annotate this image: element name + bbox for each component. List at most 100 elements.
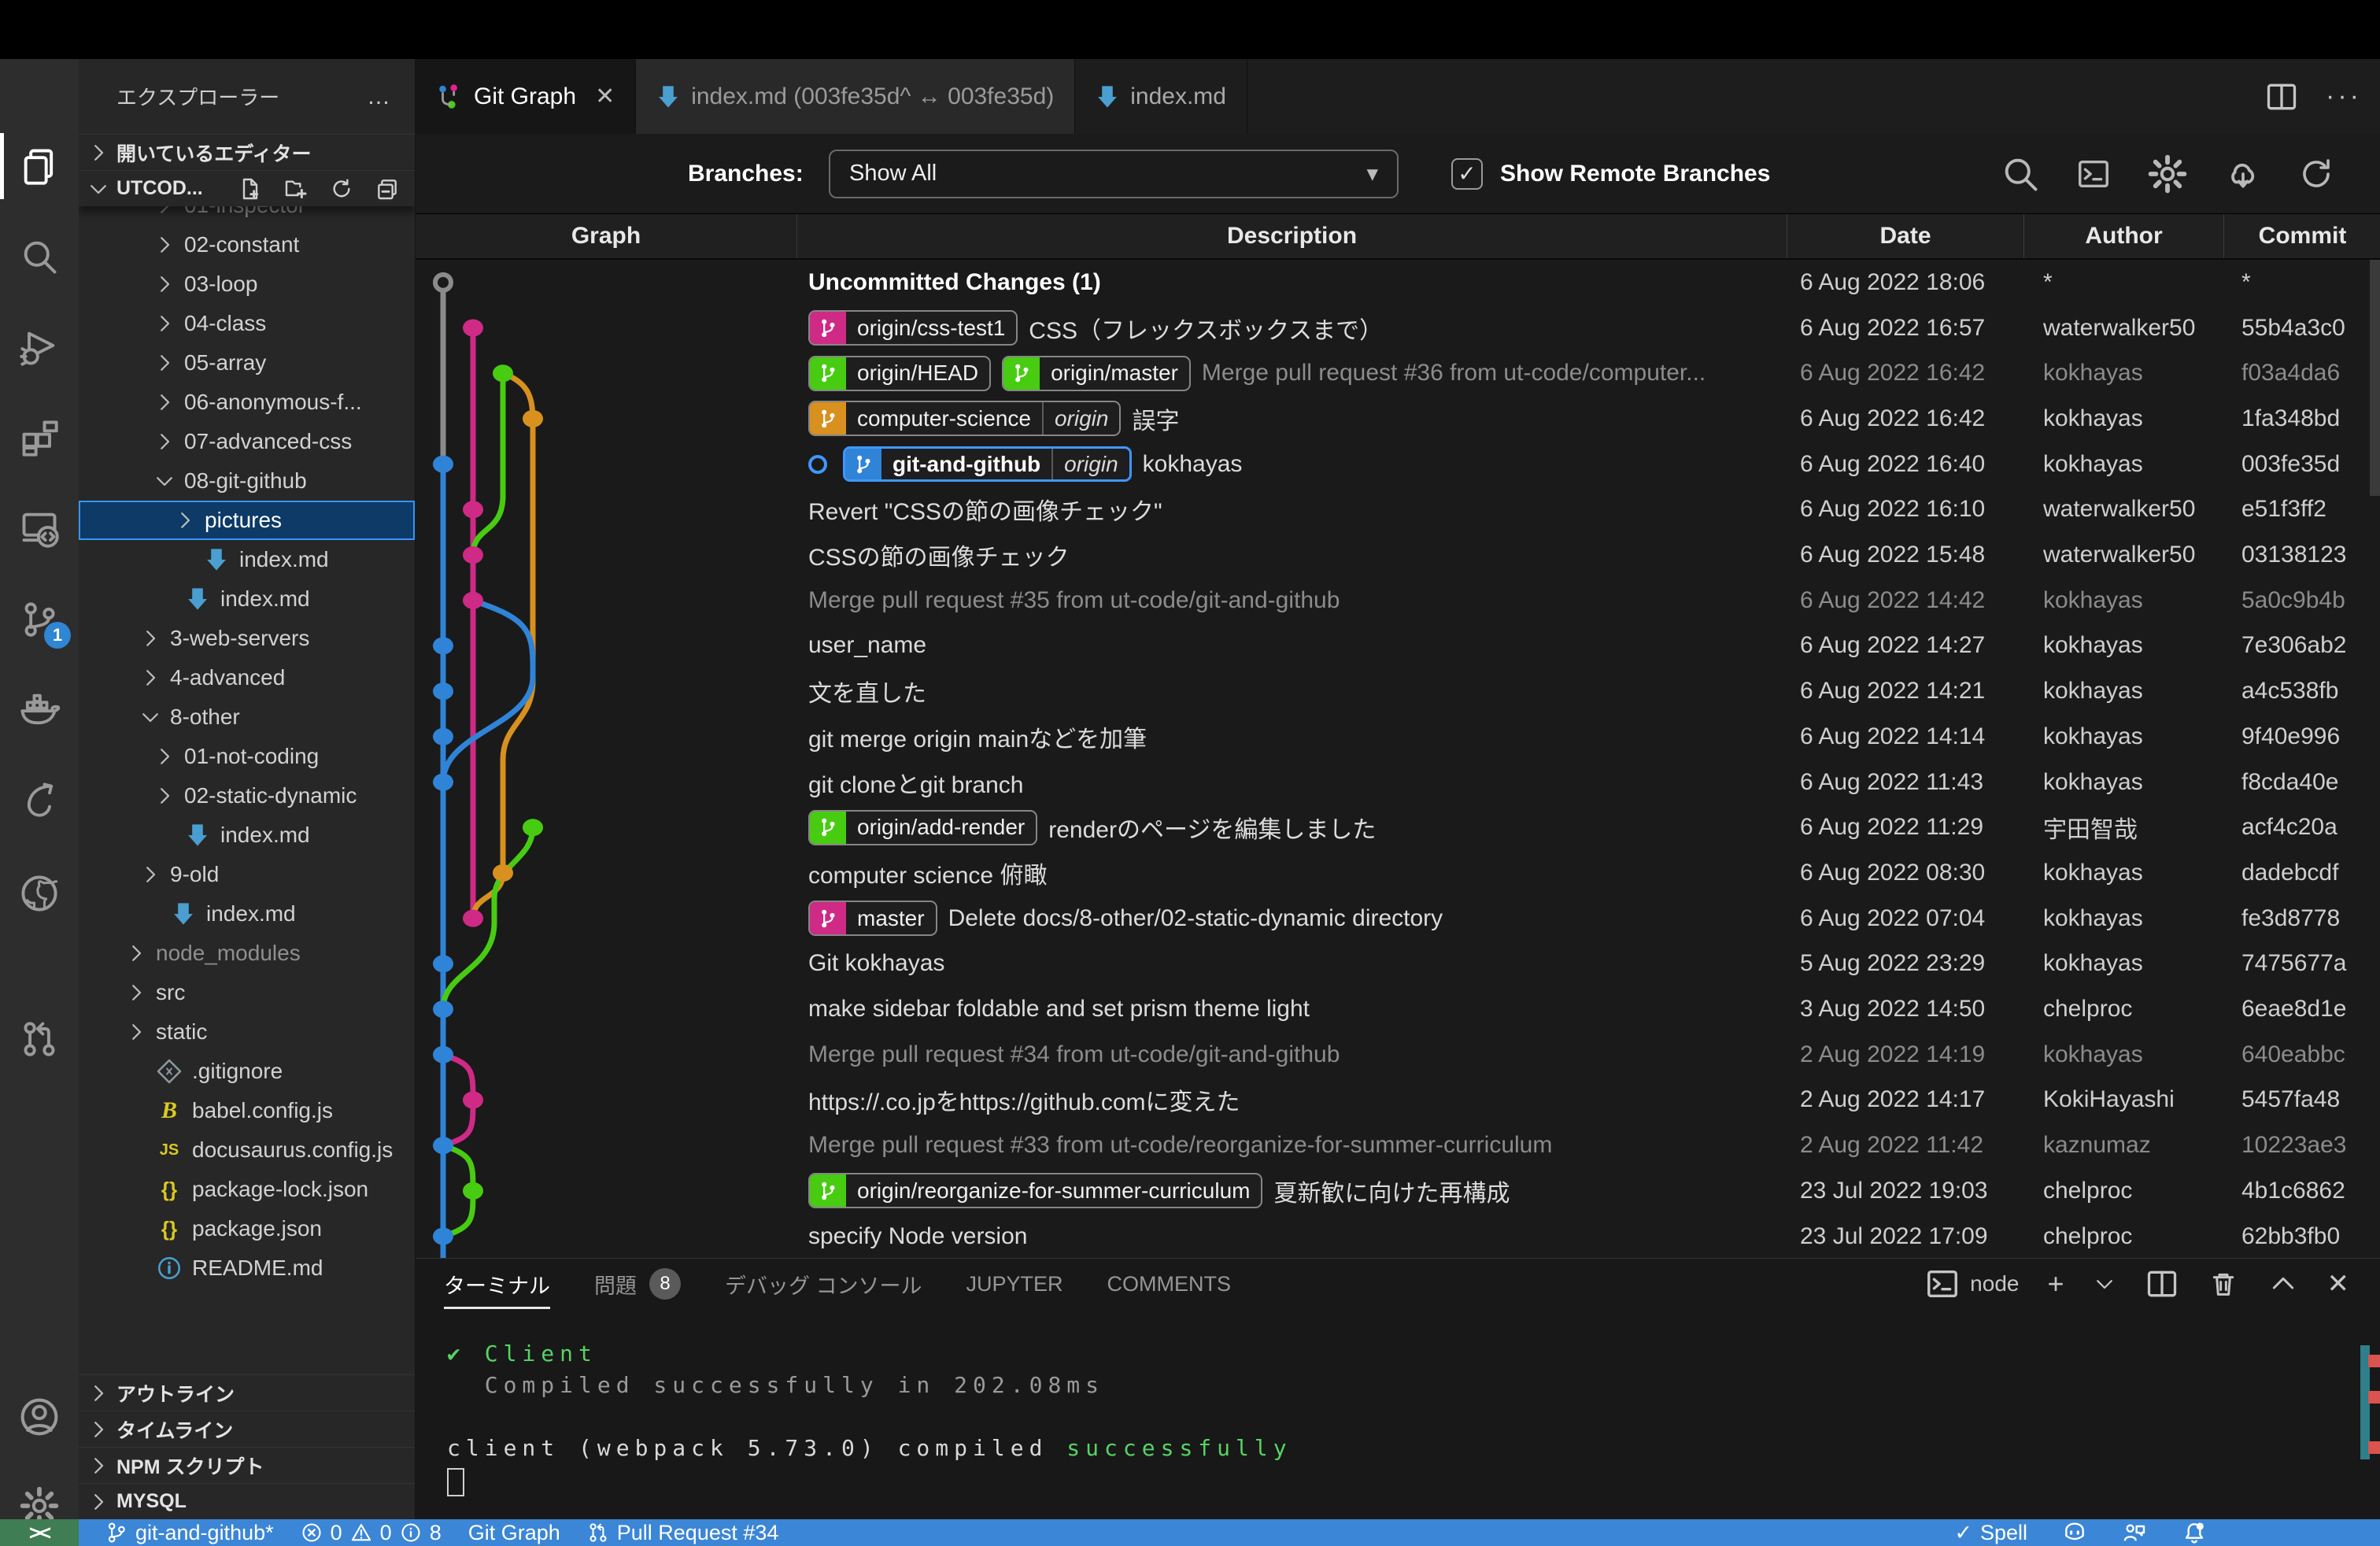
tree-item-babel.config.js[interactable]: Bbabel.config.js [79, 1091, 415, 1130]
sidebar-section-アウトライン[interactable]: アウトライン [79, 1374, 415, 1411]
terminal-icon[interactable] [2075, 156, 2112, 192]
commit-row-5a0c9b4b[interactable]: Merge pull request #35 from ut-code/git-… [416, 578, 2380, 623]
tree-item-.gitignore[interactable]: .gitignore [79, 1052, 415, 1091]
new-file-icon[interactable] [238, 176, 263, 202]
activity-search-icon[interactable] [0, 217, 79, 296]
tree-item-01-not-coding[interactable]: 01-not-coding [79, 737, 415, 776]
show-remote-branches-checkbox[interactable]: ✓ [1451, 158, 1483, 190]
remote-indicator[interactable]: >< [0, 1519, 79, 1546]
tree-item-3-web-servers[interactable]: 3-web-servers [79, 619, 415, 658]
tab-git[interactable]: Git Graph✕ [416, 59, 636, 134]
commit-row-a4c538fb[interactable]: 文を直した6 Aug 2022 14:21kokhayasa4c538fb [416, 668, 2380, 714]
sidebar-section-NPM スクリプト[interactable]: NPM スクリプト [79, 1447, 415, 1483]
kill-terminal-icon[interactable] [2208, 1268, 2239, 1300]
feedback-icon[interactable] [2122, 1520, 2147, 1545]
close-tab-icon[interactable]: ✕ [595, 83, 615, 110]
tree-item-pictures[interactable]: pictures [79, 501, 415, 540]
commit-row-acf4c20a[interactable]: origin/add-renderrenderのページを編集しました6 Aug … [416, 804, 2380, 850]
status-pull-request[interactable]: Pull Request #34 [587, 1521, 779, 1545]
activity-extensions-icon[interactable] [0, 398, 79, 477]
terminal-dropdown-icon[interactable] [2093, 1272, 2116, 1296]
terminal-shell-item[interactable]: node [1924, 1266, 2019, 1302]
tree-item-05-array[interactable]: 05-array [79, 343, 415, 383]
refresh-explorer-icon[interactable] [329, 176, 354, 202]
commit-row-62bb3fb0[interactable]: specify Node version23 Jul 2022 17:09che… [416, 1214, 2380, 1258]
tree-item-02-static-dynamic[interactable]: 02-static-dynamic [79, 776, 415, 816]
tree-item-8-other[interactable]: 8-other [79, 697, 415, 737]
panel-tab-JUPYTER[interactable]: JUPYTER [966, 1259, 1063, 1309]
split-terminal-icon[interactable] [2145, 1267, 2179, 1301]
status-problems[interactable]: 0 0 8 [301, 1521, 442, 1545]
panel-tab-問題[interactable]: 問題8 [594, 1259, 681, 1309]
search-icon[interactable] [2000, 153, 2041, 194]
activity-github-pull-requests-icon[interactable] [0, 1000, 79, 1078]
project-section-header[interactable]: UTCOD... [79, 170, 415, 206]
tab-index.md[interactable]: index.md [1075, 59, 1247, 134]
tree-item-07-advanced-css[interactable]: 07-advanced-css [79, 422, 415, 461]
column-header-date[interactable]: Date [1787, 214, 2024, 258]
branch-badge-origin/reorganize-for-summer-curriculum[interactable]: origin/reorganize-for-summer-curriculum [808, 1173, 1262, 1208]
sidebar-section-タイムライン[interactable]: タイムライン [79, 1411, 415, 1447]
split-editor-icon[interactable] [2264, 80, 2299, 114]
tab-index.md[interactable]: index.md (003fe35d^ ↔ 003fe35d) [636, 59, 1075, 134]
status-git-graph[interactable]: Git Graph [468, 1521, 560, 1545]
activity-gitlens-icon[interactable] [0, 760, 79, 839]
commit-row-9f40e996[interactable]: git merge origin mainなどを加筆6 Aug 2022 14:… [416, 714, 2380, 760]
tree-item-node_modules[interactable]: node_modules [79, 934, 415, 973]
tree-item-02-constant[interactable]: 02-constant [79, 225, 415, 264]
tree-item-index.md[interactable]: index.md [79, 816, 415, 855]
bell-icon[interactable] [2182, 1520, 2207, 1545]
commit-row-640eabbc[interactable]: Merge pull request #34 from ut-code/git-… [416, 1032, 2380, 1078]
sidebar-section-MYSQL[interactable]: MYSQL [79, 1483, 415, 1519]
column-header-graph[interactable]: Graph [416, 214, 797, 258]
maximize-panel-icon[interactable] [2267, 1268, 2299, 1300]
tree-item-03-loop[interactable]: 03-loop [79, 264, 415, 304]
commit-row-03138123[interactable]: CSSの節の画像チェック6 Aug 2022 15:48waterwalker5… [416, 532, 2380, 578]
column-header-author[interactable]: Author [2024, 214, 2224, 258]
commit-row-e51f3ff2[interactable]: Revert "CSSの節の画像チェック"6 Aug 2022 16:10wat… [416, 487, 2380, 533]
branch-badge-origin/master[interactable]: origin/master [1002, 356, 1191, 391]
branch-badge-git-and-github[interactable]: git-and-githuborigin [843, 446, 1132, 482]
tree-item-06-anonymous-f...[interactable]: 06-anonymous-f... [79, 383, 415, 422]
branch-badge-master[interactable]: master [808, 901, 937, 936]
tree-item-README.md[interactable]: README.md [79, 1248, 415, 1288]
branch-badge-origin/add-render[interactable]: origin/add-render [808, 810, 1037, 845]
commit-row-*[interactable]: Uncommitted Changes (1)6 Aug 2022 18:06*… [416, 260, 2380, 305]
commit-row-4b1c6862[interactable]: origin/reorganize-for-summer-curriculum夏… [416, 1168, 2380, 1214]
activity-account-icon[interactable] [0, 1378, 79, 1456]
activity-github-icon[interactable] [0, 854, 79, 933]
tree-item-9-old[interactable]: 9-old [79, 855, 415, 894]
activity-source-control-icon[interactable]: 1 [0, 579, 79, 658]
commit-row-55b4a3c0[interactable]: origin/css-test1CSS（フレックスボックスまで）6 Aug 20… [416, 305, 2380, 351]
commit-row-7475677a[interactable]: Git kokhayas5 Aug 2022 23:29kokhayas7475… [416, 941, 2380, 987]
commit-row-1fa348bd[interactable]: computer-scienceorigin誤字6 Aug 2022 16:42… [416, 396, 2380, 442]
tree-item-4-advanced[interactable]: 4-advanced [79, 658, 415, 697]
tree-item-index.md[interactable]: index.md [79, 540, 415, 579]
close-panel-icon[interactable]: ✕ [2327, 1268, 2350, 1300]
tree-item-08-git-github[interactable]: 08-git-github [79, 461, 415, 501]
refresh-icon[interactable] [2297, 155, 2335, 193]
branches-dropdown[interactable]: Show All ▾ [829, 150, 1399, 198]
tree-item-package-lock.json[interactable]: {}package-lock.json [79, 1170, 415, 1209]
cloud-download-icon[interactable] [2223, 154, 2263, 194]
panel-tab-COMMENTS[interactable]: COMMENTS [1107, 1259, 1232, 1309]
activity-docker-icon[interactable] [0, 670, 79, 749]
new-terminal-icon[interactable]: + [2047, 1267, 2064, 1300]
editor-more-actions-icon[interactable]: ··· [2326, 81, 2362, 112]
commit-row-10223ae3[interactable]: Merge pull request #33 from ut-code/reor… [416, 1123, 2380, 1168]
tree-item-package.json[interactable]: {}package.json [79, 1209, 415, 1248]
branch-badge-computer-science[interactable]: computer-scienceorigin [808, 401, 1121, 436]
commit-row-f8cda40e[interactable]: git cloneとgit branch6 Aug 2022 11:43kokh… [416, 760, 2380, 805]
commit-row-6eae8d1e[interactable]: make sidebar foldable and set prism them… [416, 986, 2380, 1032]
collapse-folders-icon[interactable] [375, 176, 400, 202]
tree-item-docusaurus.config.js[interactable]: JSdocusaurus.config.js [79, 1130, 415, 1170]
commit-row-5457fa48[interactable]: https://.co.jpをhttps://github.comに変えた2 A… [416, 1078, 2380, 1123]
tree-item-04-class[interactable]: 04-class [79, 304, 415, 343]
commit-row-fe3d8778[interactable]: masterDelete docs/8-other/02-static-dyna… [416, 896, 2380, 941]
new-folder-icon[interactable] [283, 176, 309, 202]
column-header-description[interactable]: Description [797, 214, 1787, 258]
gear-icon[interactable] [2146, 153, 2189, 195]
branch-badge-origin/HEAD[interactable]: origin/HEAD [808, 356, 991, 391]
activity-explorer-icon[interactable] [0, 127, 79, 205]
commit-row-dadebcdf[interactable]: computer science 俯瞰6 Aug 2022 08:30kokha… [416, 850, 2380, 896]
